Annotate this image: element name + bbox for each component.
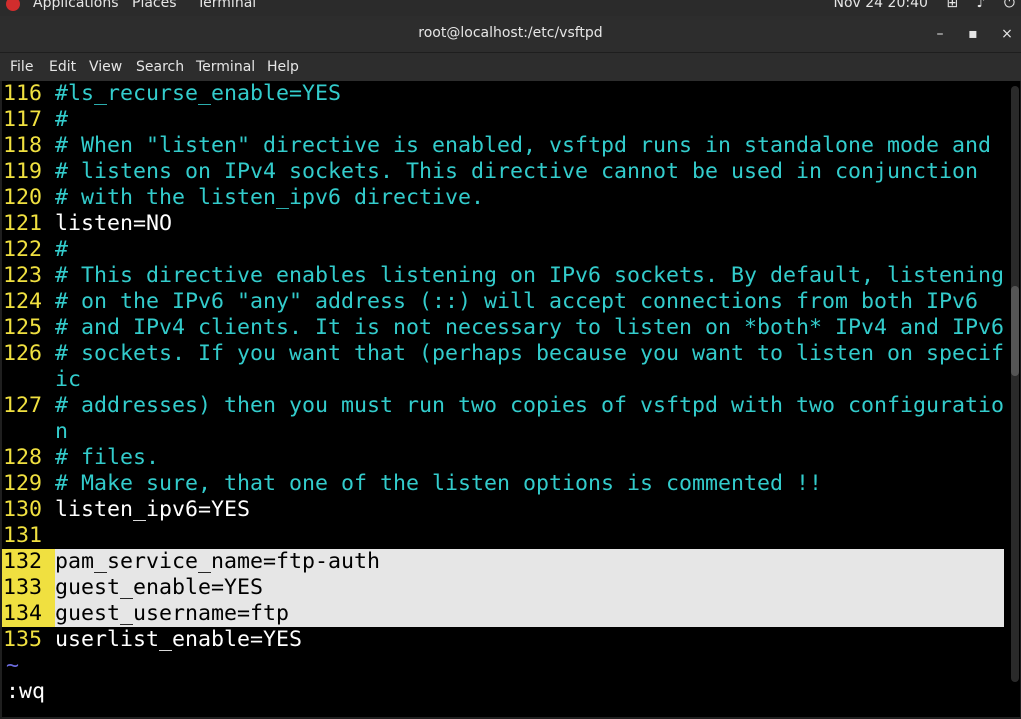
line-number: 128 [3, 445, 43, 470]
editor-line[interactable]: 135 userlist_enable=YES [2, 627, 1004, 653]
system-tray: Nov 24 20:40 ⊞ ♪ ⏻ [834, 0, 1016, 11]
menu-terminal[interactable]: Terminal [196, 59, 255, 75]
clock[interactable]: Nov 24 20:40 [834, 0, 928, 11]
line-number: 123 [3, 263, 43, 288]
editor-line[interactable]: 126 # sockets. If you want that (perhaps … [2, 341, 1004, 367]
comment-text: # Make sure, that one of the listen opti… [55, 471, 823, 496]
power-icon[interactable]: ⏻ [1004, 0, 1015, 11]
config-text: guest_username=ftp [55, 601, 290, 626]
menu-help[interactable]: Help [267, 59, 299, 75]
comment-text: #ls_recurse_enable=YES [55, 81, 342, 106]
line-number: 116 [3, 81, 43, 106]
editor-line[interactable]: 129 # Make sure, that one of the listen o… [2, 471, 1004, 497]
comment-text: # [55, 107, 69, 132]
line-number: 130 [3, 497, 43, 522]
redhat-logo-icon [6, 0, 20, 11]
editor-line[interactable]: 123 # This directive enables listening on… [2, 263, 1004, 289]
line-number: 133 [2, 575, 55, 601]
line-number: 126 [3, 341, 43, 366]
editor-line[interactable]: 131 [2, 523, 1004, 549]
places-menu[interactable]: Places [132, 0, 177, 11]
comment-text: # sockets. If you want that (perhaps bec… [55, 341, 1005, 366]
comment-text: # When "listen" directive is enabled, vs… [55, 133, 992, 158]
line-number: 122 [3, 237, 43, 262]
scrollbar-thumb[interactable] [1011, 286, 1019, 376]
menu-edit[interactable]: Edit [49, 59, 76, 75]
editor-line[interactable]: 132 pam_service_name=ftp-auth [2, 549, 1004, 575]
editor-line[interactable]: n [2, 419, 1004, 445]
applications-menu[interactable]: Applications [33, 0, 119, 11]
terminal-app-menu[interactable]: Terminal [197, 0, 256, 11]
editor-line[interactable]: 119 # listens on IPv4 sockets. This direc… [2, 159, 1004, 185]
comment-text: # with the listen_ipv6 directive. [55, 185, 485, 210]
line-number: 127 [3, 393, 43, 418]
line-number: 135 [3, 627, 43, 652]
line-number: 119 [3, 159, 43, 184]
line-number: 124 [3, 289, 43, 314]
minimize-button[interactable]: – [931, 25, 949, 43]
terminal-menubar: File Edit View Search Terminal Help [0, 53, 1021, 81]
line-number: 134 [2, 601, 55, 627]
editor-line[interactable]: 134 guest_username=ftp [2, 601, 1004, 627]
terminal-scrollbar[interactable] [1011, 86, 1019, 682]
comment-text: ic [55, 367, 82, 392]
editor-line[interactable]: 130 listen_ipv6=YES [2, 497, 1004, 523]
comment-text: # listens on IPv4 sockets. This directiv… [55, 159, 979, 184]
editor-line[interactable]: 124 # on the IPv6 "any" address (::) will… [2, 289, 1004, 315]
maximize-button[interactable]: ▪ [964, 25, 982, 43]
terminal-viewport[interactable]: 116 #ls_recurse_enable=YES 117 #118 # When "… [2, 81, 1020, 717]
comment-text: # addresses) then you must run two copie… [55, 393, 1005, 418]
editor-line[interactable]: 121 listen=NO [2, 211, 1004, 237]
menu-search[interactable]: Search [136, 59, 184, 75]
empty-line-tilde: ~ [6, 653, 20, 678]
line-number: 131 [3, 523, 43, 548]
editor-line[interactable]: 118 # When "listen" directive is enabled,… [2, 133, 1004, 159]
editor-line[interactable]: 117 # [2, 107, 1004, 133]
line-number: 125 [3, 315, 43, 340]
line-number: 117 [3, 107, 43, 132]
line-number: 120 [3, 185, 43, 210]
window-titlebar[interactable]: root@localhost:/etc/vsftpd – ▪ × [0, 16, 1021, 53]
line-number: 129 [3, 471, 43, 496]
comment-text: # on the IPv6 "any" address (::) will ac… [55, 289, 979, 314]
config-text: userlist_enable=YES [55, 627, 303, 652]
editor-line[interactable]: ic [2, 367, 1004, 393]
comment-text: # [55, 237, 69, 262]
config-text: listen_ipv6=YES [55, 497, 251, 522]
volume-icon[interactable]: ♪ [977, 0, 986, 11]
editor-line[interactable]: 128 # files. [2, 445, 1004, 471]
gnome-top-bar: Applications Places Terminal Nov 24 20:4… [0, 0, 1021, 16]
menu-view[interactable]: View [89, 59, 122, 75]
line-number: 118 [3, 133, 43, 158]
editor-line[interactable]: 116 #ls_recurse_enable=YES [2, 81, 1004, 107]
editor-line[interactable]: 120 # with the listen_ipv6 directive. [2, 185, 1004, 211]
window-title: root@localhost:/etc/vsftpd [418, 25, 603, 41]
line-number: 132 [2, 549, 55, 575]
comment-text: n [55, 419, 69, 444]
editor-line[interactable]: 125 # and IPv4 clients. It is not necessa… [2, 315, 1004, 341]
close-button[interactable]: × [998, 25, 1016, 43]
config-text: listen=NO [55, 211, 173, 236]
line-number: 121 [3, 211, 43, 236]
editor-line[interactable]: 133 guest_enable=YES [2, 575, 1004, 601]
editor-line[interactable]: 127 # addresses) then you must run two co… [2, 393, 1004, 419]
comment-text: # This directive enables listening on IP… [55, 263, 1005, 288]
config-text: guest_enable=YES [55, 575, 264, 600]
editor-line[interactable]: 122 # [2, 237, 1004, 263]
comment-text: # and IPv4 clients. It is not necessary … [55, 315, 1005, 340]
network-icon[interactable]: ⊞ [946, 0, 958, 11]
vim-command-line[interactable]: :wq [6, 679, 45, 705]
comment-text: # files. [55, 445, 160, 470]
config-text: pam_service_name=ftp-auth [55, 549, 381, 574]
menu-file[interactable]: File [10, 59, 33, 75]
